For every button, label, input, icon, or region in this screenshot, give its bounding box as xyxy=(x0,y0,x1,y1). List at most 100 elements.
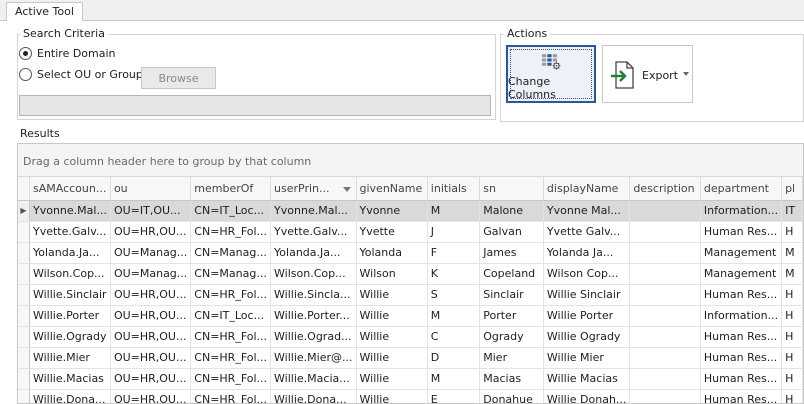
table-cell[interactable] xyxy=(629,242,701,264)
table-cell[interactable] xyxy=(629,347,701,369)
row-indicator[interactable] xyxy=(18,326,31,348)
table-cell[interactable]: IT xyxy=(781,200,803,222)
table-cell[interactable]: Porter xyxy=(479,305,544,327)
column-header[interactable]: displayName xyxy=(543,177,631,201)
table-cell[interactable]: Wilson Cop... xyxy=(543,263,631,285)
table-cell[interactable] xyxy=(629,305,701,327)
table-cell[interactable]: OU=Manag... xyxy=(110,242,192,264)
table-cell[interactable]: Willie xyxy=(356,284,428,306)
table-cell[interactable]: Willie.Sincla... xyxy=(270,284,357,306)
table-cell[interactable]: Yvette.Galv... xyxy=(29,221,111,243)
table-cell[interactable]: CN=HR_Fol... xyxy=(190,347,272,369)
table-cell[interactable]: Willie.Mier xyxy=(29,347,111,369)
table-cell[interactable]: OU=IT,OU... xyxy=(110,200,192,222)
table-cell[interactable]: Willie Porter xyxy=(543,305,631,327)
table-cell[interactable]: E xyxy=(427,389,481,403)
table-cell[interactable]: Willie.Macias xyxy=(29,368,111,390)
table-cell[interactable]: Yolanda Ja... xyxy=(543,242,631,264)
table-cell[interactable]: Willie.Ogrady xyxy=(29,326,111,348)
table-cell[interactable]: M xyxy=(781,242,803,264)
table-cell[interactable]: Willie Mier xyxy=(543,347,631,369)
table-row[interactable]: Wilson.Cop... OU=Manag... CN=Manag... Wilso… xyxy=(18,263,803,285)
table-row[interactable]: Yvette.Galv... OU=HR,OU... CN=HR_Fol... Yve… xyxy=(18,221,803,243)
table-cell[interactable]: OU=HR,OU... xyxy=(110,221,192,243)
table-cell[interactable]: OU=HR,OU... xyxy=(110,347,192,369)
table-cell[interactable]: OU=HR,OU... xyxy=(110,284,192,306)
column-header[interactable]: memberOf xyxy=(190,177,272,201)
row-indicator[interactable] xyxy=(18,347,31,369)
table-cell[interactable]: Willie xyxy=(356,305,428,327)
table-cell[interactable]: Yolanda.Ja... xyxy=(29,242,111,264)
table-cell[interactable]: Ogrady xyxy=(479,326,544,348)
row-indicator[interactable] xyxy=(18,368,31,390)
table-cell[interactable] xyxy=(629,200,701,222)
table-cell[interactable]: Yvette Galv... xyxy=(543,221,631,243)
table-cell[interactable]: Management xyxy=(700,263,783,285)
radio-entire-domain[interactable]: Entire Domain xyxy=(19,47,116,60)
table-cell[interactable]: Willie.Porter... xyxy=(270,305,357,327)
table-cell[interactable]: Information... xyxy=(700,200,783,222)
row-indicator[interactable] xyxy=(18,263,31,285)
table-cell[interactable]: CN=Manag... xyxy=(190,242,272,264)
table-cell[interactable]: CN=Manag... xyxy=(190,263,272,285)
radio-select-ou[interactable]: Select OU or Group xyxy=(19,68,143,81)
table-cell[interactable]: Human Res... xyxy=(700,368,783,390)
table-row[interactable]: Willie.Sinclair OU=HR,OU... CN=HR_Fol... Wi… xyxy=(18,284,803,306)
table-cell[interactable]: Willie xyxy=(356,326,428,348)
table-cell[interactable]: CN=IT_Loc... xyxy=(190,200,272,222)
results-grid[interactable]: Drag a column header here to group by th… xyxy=(17,143,804,404)
table-row[interactable]: Willie.Macias OU=HR,OU... CN=HR_Fol... Will… xyxy=(18,368,803,390)
table-cell[interactable]: Yvette xyxy=(356,221,428,243)
change-columns-button[interactable]: Change Columns xyxy=(506,45,596,103)
table-cell[interactable]: CN=HR_Fol... xyxy=(190,326,272,348)
table-cell[interactable]: H xyxy=(781,221,803,243)
table-cell[interactable]: K xyxy=(427,263,481,285)
table-cell[interactable]: Galvan xyxy=(479,221,544,243)
column-header[interactable]: department xyxy=(700,177,783,201)
table-cell[interactable] xyxy=(629,284,701,306)
table-cell[interactable] xyxy=(629,368,701,390)
table-cell[interactable]: Yolanda xyxy=(356,242,428,264)
table-cell[interactable]: Yvonne Mal... xyxy=(543,200,631,222)
table-cell[interactable]: Yvette.Galv... xyxy=(270,221,357,243)
table-cell[interactable]: Yvonne.Mal... xyxy=(29,200,111,222)
table-row[interactable]: Willie.Dona... OU=HR,OU... CN=HR_Fol... Wil… xyxy=(18,389,803,403)
table-cell[interactable]: Yvonne xyxy=(356,200,428,222)
table-cell[interactable]: Human Res... xyxy=(700,389,783,403)
table-cell[interactable]: Willie xyxy=(356,347,428,369)
table-cell[interactable]: S xyxy=(427,284,481,306)
table-cell[interactable]: Yvonne.Mal... xyxy=(270,200,357,222)
table-cell[interactable]: M xyxy=(427,368,481,390)
table-cell[interactable]: Copeland xyxy=(479,263,544,285)
table-cell[interactable]: Willie.Mier@... xyxy=(270,347,357,369)
table-cell[interactable]: M xyxy=(427,305,481,327)
table-row[interactable]: ▶ Yvonne.Mal... OU=IT,OU... CN=IT_Loc... Yvo… xyxy=(18,200,803,222)
table-cell[interactable]: Willie Macias xyxy=(543,368,631,390)
table-cell[interactable]: OU=HR,OU... xyxy=(110,368,192,390)
table-cell[interactable]: OU=HR,OU... xyxy=(110,305,192,327)
table-cell[interactable] xyxy=(629,221,701,243)
group-by-panel[interactable]: Drag a column header here to group by th… xyxy=(18,144,803,177)
table-cell[interactable]: C xyxy=(427,326,481,348)
table-cell[interactable]: H xyxy=(781,326,803,348)
table-cell[interactable]: Management xyxy=(700,242,783,264)
table-cell[interactable]: H xyxy=(781,347,803,369)
tab-active-tool[interactable]: Active Tool xyxy=(6,2,83,22)
table-cell[interactable]: Willie Donah... xyxy=(543,389,631,403)
table-cell[interactable] xyxy=(629,389,701,403)
row-indicator[interactable] xyxy=(18,221,31,243)
table-cell[interactable] xyxy=(629,326,701,348)
table-cell[interactable]: H xyxy=(781,389,803,403)
table-cell[interactable]: Mier xyxy=(479,347,544,369)
column-header[interactable]: initials xyxy=(427,177,481,201)
table-cell[interactable]: Wilson.Cop... xyxy=(29,263,111,285)
table-cell[interactable]: Willie.Sinclair xyxy=(29,284,111,306)
table-cell[interactable]: CN=HR_Fol... xyxy=(190,221,272,243)
current-row-icon[interactable]: ▶ xyxy=(18,200,31,222)
table-cell[interactable]: Wilson.Cop... xyxy=(270,263,357,285)
table-cell[interactable]: Willie.Ograd... xyxy=(270,326,357,348)
column-header[interactable]: sAMAccoun... xyxy=(29,177,111,201)
table-cell[interactable]: H xyxy=(781,368,803,390)
table-cell[interactable]: Willie.Dona... xyxy=(29,389,111,403)
table-cell[interactable]: Human Res... xyxy=(700,284,783,306)
